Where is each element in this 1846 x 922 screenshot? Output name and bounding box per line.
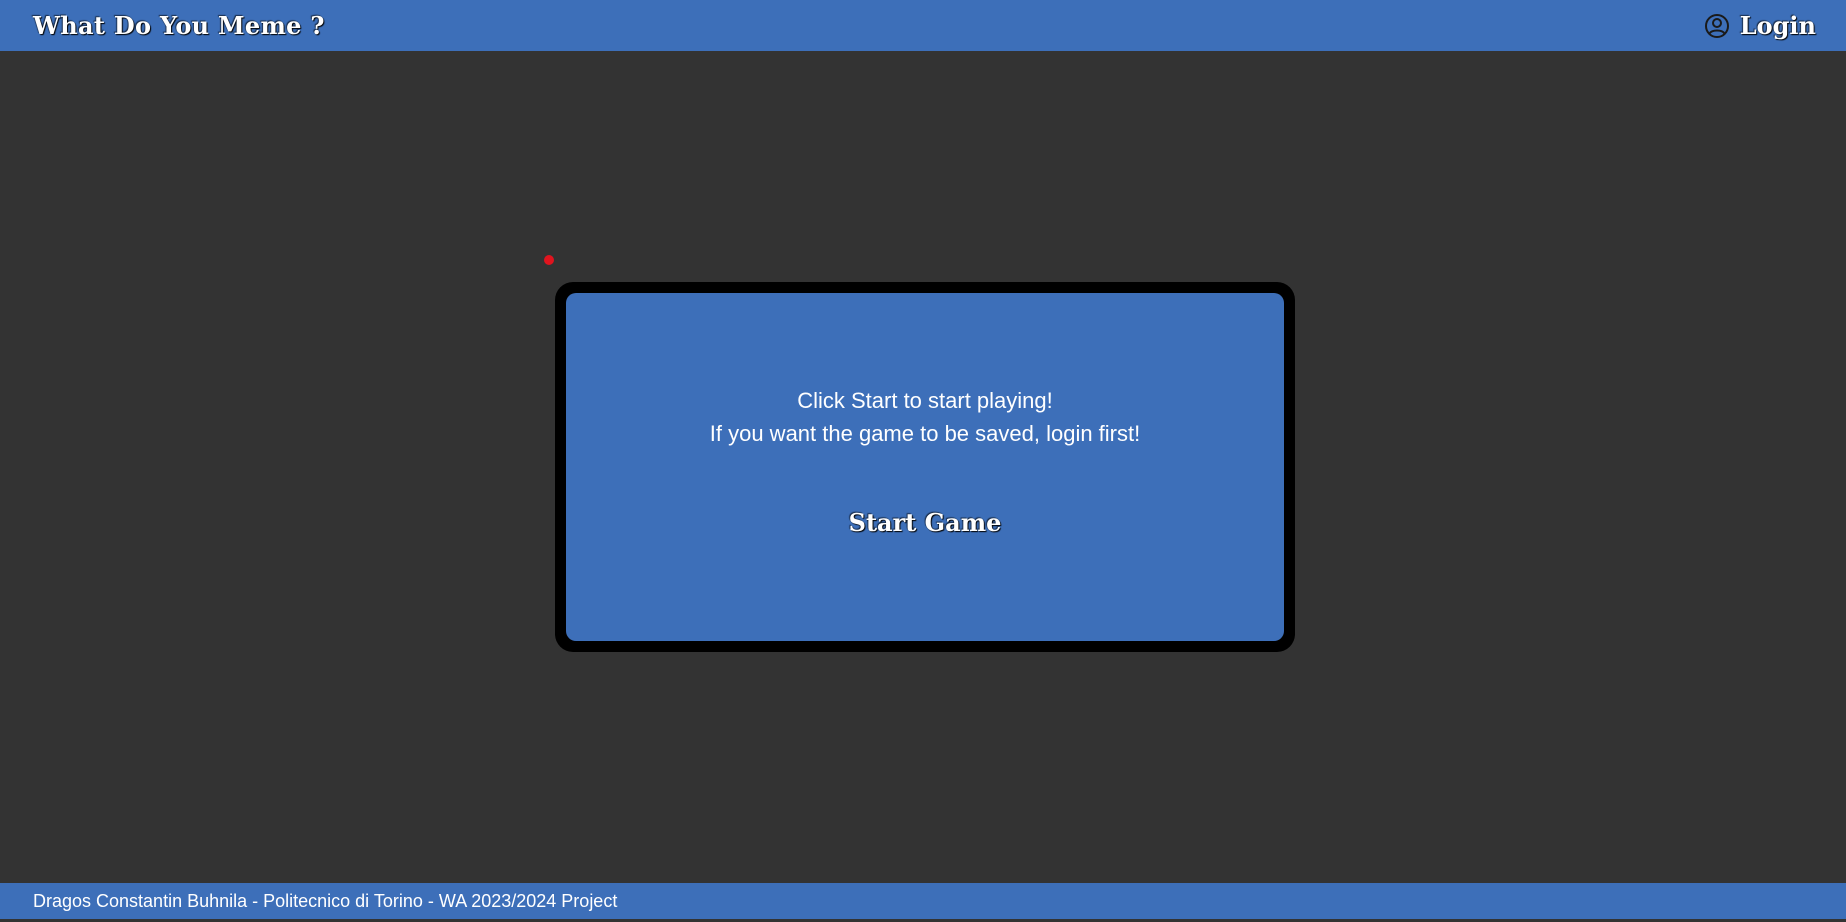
login-label: Login xyxy=(1739,11,1816,40)
indicator-dot xyxy=(544,255,554,265)
navbar: What Do You Meme ? Login xyxy=(0,0,1846,51)
user-circle-icon xyxy=(1704,13,1730,39)
instruction-line-2: If you want the game to be saved, login … xyxy=(709,421,1141,446)
start-instructions: Click Start to start playing! If you wan… xyxy=(710,384,1140,450)
footer: Dragos Constantin Buhnila - Politecnico … xyxy=(0,883,1846,919)
start-game-button[interactable]: Start Game xyxy=(839,504,1012,541)
game-card-body: Click Start to start playing! If you wan… xyxy=(566,293,1284,641)
login-button[interactable]: Login xyxy=(1704,11,1816,40)
instruction-line-1: Click Start to start playing! xyxy=(797,388,1053,413)
footer-credits: Dragos Constantin Buhnila - Politecnico … xyxy=(33,890,618,911)
game-card: Click Start to start playing! If you wan… xyxy=(555,282,1295,652)
page: What Do You Meme ? Login Click Start to … xyxy=(0,0,1846,922)
app-title[interactable]: What Do You Meme ? xyxy=(33,11,325,40)
